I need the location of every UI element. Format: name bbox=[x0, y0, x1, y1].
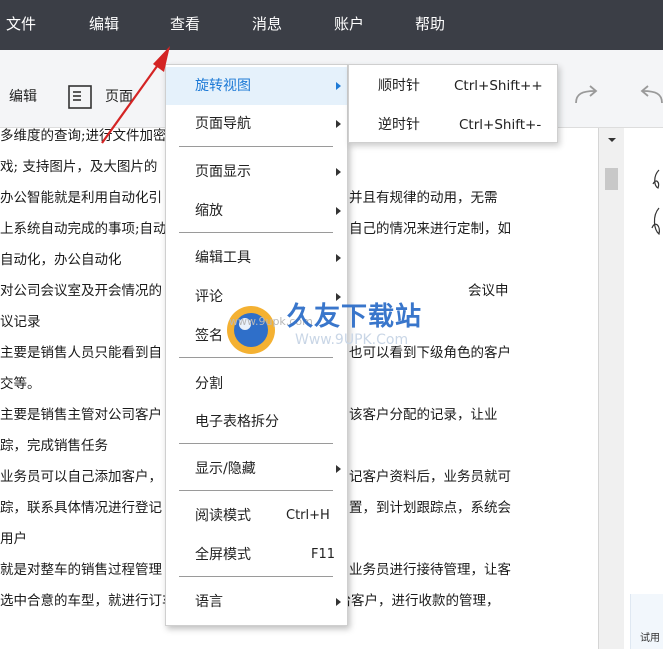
trial-label[interactable]: 试用 bbox=[640, 632, 660, 646]
menu-item-shortcut: Ctrl+H bbox=[286, 508, 330, 523]
document-line-right-text: 置，到计划跟踪点，系统会 bbox=[349, 500, 511, 516]
document-line-left-text: 上系统自动完成的事项;自动 bbox=[0, 221, 167, 237]
menu-separator bbox=[179, 357, 333, 358]
menu-item-label: 缩放 bbox=[195, 203, 223, 219]
vertical-scrollbar[interactable] bbox=[598, 128, 624, 649]
submenu-arrow-icon bbox=[336, 120, 341, 128]
menu-item-comment[interactable]: 评论 bbox=[166, 278, 347, 316]
menu-item-label: 语言 bbox=[195, 594, 223, 610]
menu-help[interactable]: 帮助 bbox=[415, 0, 445, 50]
menu-item-page-display[interactable]: 页面显示 bbox=[166, 153, 347, 191]
page-tool-label[interactable]: 页面 bbox=[105, 88, 133, 106]
menu-message[interactable]: 消息 bbox=[252, 0, 282, 50]
menu-item-label: 阅读模式 bbox=[195, 508, 251, 524]
document-line-left-text: 多维度的查询;进行文件加密 bbox=[0, 128, 167, 144]
document-line-left-text: 主要是销售主管对公司客户 bbox=[0, 407, 162, 423]
document-line-left-text: 办公智能就是利用自动化引 bbox=[0, 190, 162, 206]
menu-item-split[interactable]: 分割 bbox=[166, 365, 347, 403]
submenu-item-label: 顺时针 bbox=[378, 78, 420, 94]
menu-separator bbox=[179, 443, 333, 444]
menu-item-label: 签名 bbox=[195, 328, 223, 344]
submenu-arrow-icon bbox=[336, 293, 341, 301]
menu-item-language[interactable]: 语言 bbox=[166, 583, 347, 621]
menu-item-label: 页面导航 bbox=[195, 116, 251, 132]
document-line-right-text: 并且有规律的动用，无需 bbox=[349, 190, 498, 206]
document-line-right-text: 也可以看到下级角色的客户 bbox=[349, 345, 511, 361]
menu-file[interactable]: 文件 bbox=[6, 0, 36, 50]
menubar: 文件 编辑 查看 消息 账户 帮助 bbox=[0, 0, 663, 50]
menu-item-show-hide[interactable]: 显示/隐藏 bbox=[166, 450, 347, 488]
submenu-arrow-icon bbox=[336, 598, 341, 606]
submenu-item-label: 逆时针 bbox=[378, 117, 420, 133]
document-line-left-text: 自动化，办公自动化 bbox=[0, 252, 122, 268]
menu-item-label: 分割 bbox=[195, 376, 223, 392]
menu-item-reading-mode[interactable]: 阅读模式 Ctrl+H bbox=[166, 497, 347, 535]
menu-item-spreadsheet-split[interactable]: 电子表格拆分 bbox=[166, 403, 347, 441]
submenu-arrow-icon bbox=[336, 168, 341, 176]
document-line-right-text: 业务员进行接待管理，让客 bbox=[349, 562, 511, 578]
rotate-view-submenu: 顺时针 Ctrl+Shift++ 逆时针 Ctrl+Shift+- bbox=[348, 64, 558, 143]
right-preview-pane bbox=[624, 128, 663, 649]
menu-account[interactable]: 账户 bbox=[334, 0, 364, 50]
submenu-item-clockwise[interactable]: 顺时针 Ctrl+Shift++ bbox=[349, 66, 557, 104]
scrollbar-thumb[interactable] bbox=[605, 168, 618, 190]
menu-separator bbox=[179, 576, 333, 577]
document-line-left-text: 踪，联系具体情况进行登记 bbox=[0, 500, 162, 516]
document-line-left-text: 戏; 支持图片，及大图片的 bbox=[0, 159, 158, 175]
menu-separator bbox=[179, 232, 333, 233]
document-line-right-text: 会议申 bbox=[468, 283, 509, 299]
document-line-left-text: 用户 bbox=[0, 531, 27, 547]
menu-item-label: 编辑工具 bbox=[195, 250, 251, 266]
redo-icon[interactable] bbox=[573, 84, 601, 106]
submenu-item-shortcut: Ctrl+Shift+- bbox=[459, 117, 542, 133]
menu-item-label: 评论 bbox=[195, 289, 223, 305]
submenu-item-counterclockwise[interactable]: 逆时针 Ctrl+Shift+- bbox=[349, 105, 557, 143]
document-line-left-text: 议记录 bbox=[0, 314, 41, 330]
document-line-left-text: 就是对整车的销售过程管理 bbox=[0, 562, 162, 578]
document-line-left-text: 对公司会议室及开会情况的 bbox=[0, 283, 162, 299]
signature-scribble bbox=[651, 169, 660, 236]
submenu-arrow-icon bbox=[336, 254, 341, 262]
menu-separator bbox=[179, 490, 333, 491]
menu-item-label: 全屏模式 bbox=[195, 547, 251, 563]
menu-item-page-navigation[interactable]: 页面导航 bbox=[166, 105, 347, 143]
submenu-item-shortcut: Ctrl+Shift++ bbox=[454, 78, 543, 94]
view-dropdown-menu: 旋转视图 页面导航 页面显示 缩放 编辑工具 评论 签名 分割 电子表格拆分 显… bbox=[165, 64, 348, 626]
document-line-left-text: 踪，完成销售任务 bbox=[0, 438, 108, 454]
scroll-up-icon[interactable] bbox=[607, 136, 617, 144]
menu-item-label: 电子表格拆分 bbox=[195, 414, 279, 430]
menu-item-label: 页面显示 bbox=[195, 164, 251, 180]
menu-item-edit-tools[interactable]: 编辑工具 bbox=[166, 239, 347, 277]
menu-separator bbox=[179, 146, 333, 147]
menu-item-label: 显示/隐藏 bbox=[195, 461, 256, 477]
submenu-arrow-icon bbox=[336, 465, 341, 473]
document-line-right-text: 自己的情况来进行定制，如 bbox=[349, 221, 511, 237]
menu-item-label: 旋转视图 bbox=[195, 78, 251, 94]
submenu-arrow-icon bbox=[336, 82, 341, 90]
document-line-left-text: 主要是销售人员只能看到自 bbox=[0, 345, 162, 361]
menu-edit[interactable]: 编辑 bbox=[89, 0, 119, 50]
document-line-right-text: 该客户分配的记录，让业 bbox=[349, 407, 498, 423]
menu-item-signature[interactable]: 签名 bbox=[166, 317, 347, 355]
menu-item-rotate-view[interactable]: 旋转视图 bbox=[166, 67, 347, 105]
page-icon[interactable] bbox=[67, 84, 93, 110]
menu-view[interactable]: 查看 bbox=[170, 0, 200, 50]
undo-icon[interactable] bbox=[636, 84, 663, 106]
submenu-arrow-icon bbox=[336, 207, 341, 215]
menu-item-shortcut: F11 bbox=[311, 547, 336, 562]
menu-item-zoom[interactable]: 缩放 bbox=[166, 192, 347, 230]
edit-tool-label[interactable]: 编辑 bbox=[9, 88, 37, 106]
menu-item-fullscreen-mode[interactable]: 全屏模式 F11 bbox=[166, 536, 347, 574]
document-line-left-text: 交等。 bbox=[0, 376, 41, 392]
document-line-right-text: 记客户资料后，业务员就可 bbox=[349, 469, 511, 485]
document-line-left-text: 业务员可以自己添加客户， bbox=[0, 469, 162, 485]
